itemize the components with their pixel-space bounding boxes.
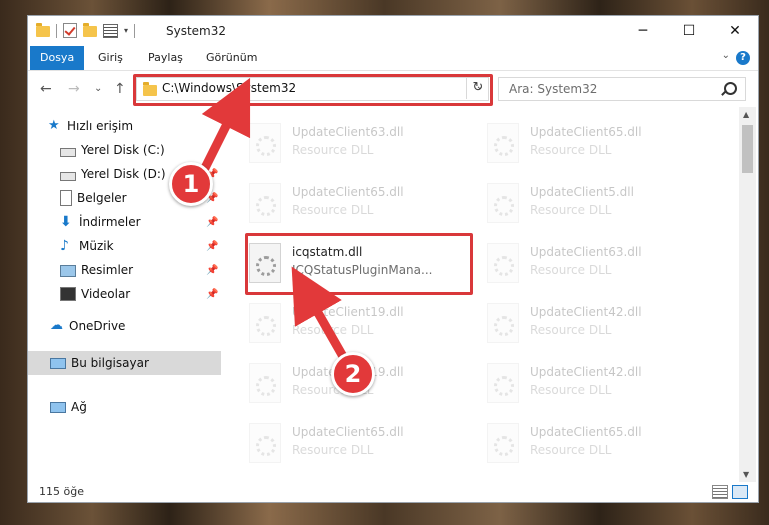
arrow-to-file (291, 266, 350, 365)
arrow-to-address-bar (200, 77, 251, 173)
callout-step-1: 1 (169, 162, 213, 206)
annotation-arrows (200, 77, 350, 365)
callout-step-2: 2 (331, 352, 375, 396)
